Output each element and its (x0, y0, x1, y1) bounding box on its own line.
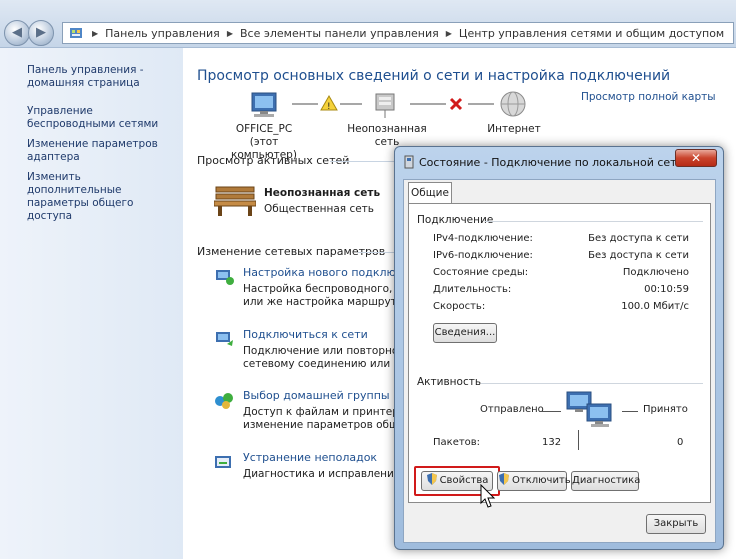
row-label: Состояние среды: (433, 267, 529, 278)
mouse-cursor-icon (480, 484, 496, 508)
sidebar-item-sharing[interactable]: Изменить дополнительные параметры общего… (27, 171, 177, 223)
shield-icon (499, 473, 509, 485)
close-button[interactable]: Закрыть (646, 514, 706, 534)
packets-label: Пакетов: (433, 437, 481, 448)
network-icon (375, 93, 395, 118)
bench-icon (214, 186, 256, 216)
activity-computers-icon (566, 391, 612, 427)
diagnostics-button[interactable]: Диагностика (571, 471, 640, 491)
connect-network-icon (216, 332, 233, 346)
received-line (622, 411, 638, 412)
received-label: Принято (643, 404, 688, 415)
activity-group-label: Активность (417, 376, 482, 388)
row-label: Скорость: (433, 301, 486, 312)
row-value: 00:10:59 (644, 284, 689, 295)
row-value: Подключено (622, 267, 689, 278)
computer-name: OFFICE_PC (235, 123, 293, 135)
sent-line (539, 411, 561, 412)
homegroup-icon (215, 393, 233, 409)
warning-icon: ! (320, 94, 338, 112)
tab-panel: Подключение IPv4-подключение: Без доступ… (408, 203, 711, 508)
new-connection-icon (216, 270, 234, 285)
row-label: Длительность: (433, 284, 512, 295)
row-value: Без доступа к сети (588, 233, 689, 244)
dialog-title: Состояние - Подключение по локальной сет… (419, 156, 684, 169)
network-type-link[interactable]: Общественная сеть (264, 203, 374, 215)
disable-label: Отключить (512, 475, 571, 486)
row-value: 100.0 Мбит/с (621, 301, 689, 312)
dialog-body: Общие Подключение IPv4-подключение: Без … (403, 179, 716, 543)
divider (481, 383, 703, 384)
status-dialog: Состояние - Подключение по локальной сет… (394, 146, 724, 550)
disable-button[interactable]: Отключить (497, 471, 571, 491)
divider (330, 161, 394, 162)
error-x-icon (449, 97, 463, 111)
network-name: Неопознанная сеть (264, 187, 381, 199)
svg-text:!: ! (327, 102, 331, 112)
packets-sent: 132 (542, 437, 562, 448)
row-value: Без доступа к сети (588, 250, 689, 261)
row-label: IPv4-подключение: (433, 233, 533, 244)
details-button[interactable]: Сведения... (433, 323, 497, 343)
network-adapter-icon (404, 155, 414, 169)
computer-icon (251, 92, 277, 117)
activity-divider (578, 430, 579, 450)
troubleshoot-icon (215, 456, 231, 468)
change-settings-header: Изменение сетевых параметров (197, 245, 386, 258)
close-icon[interactable]: ✕ (675, 149, 717, 167)
shield-icon (426, 473, 437, 485)
globe-icon (500, 91, 526, 117)
divider (358, 252, 394, 253)
map-internet-label: Интернет (487, 123, 541, 135)
connection-group-label: Подключение (417, 214, 494, 226)
divider (485, 221, 703, 222)
sent-label: Отправлено (480, 404, 544, 415)
packets-received: 0 (677, 437, 684, 448)
tab-general[interactable]: Общие (408, 182, 452, 204)
row-label: IPv6-подключение: (433, 250, 533, 261)
active-networks-header: Просмотр активных сетей (197, 154, 350, 167)
